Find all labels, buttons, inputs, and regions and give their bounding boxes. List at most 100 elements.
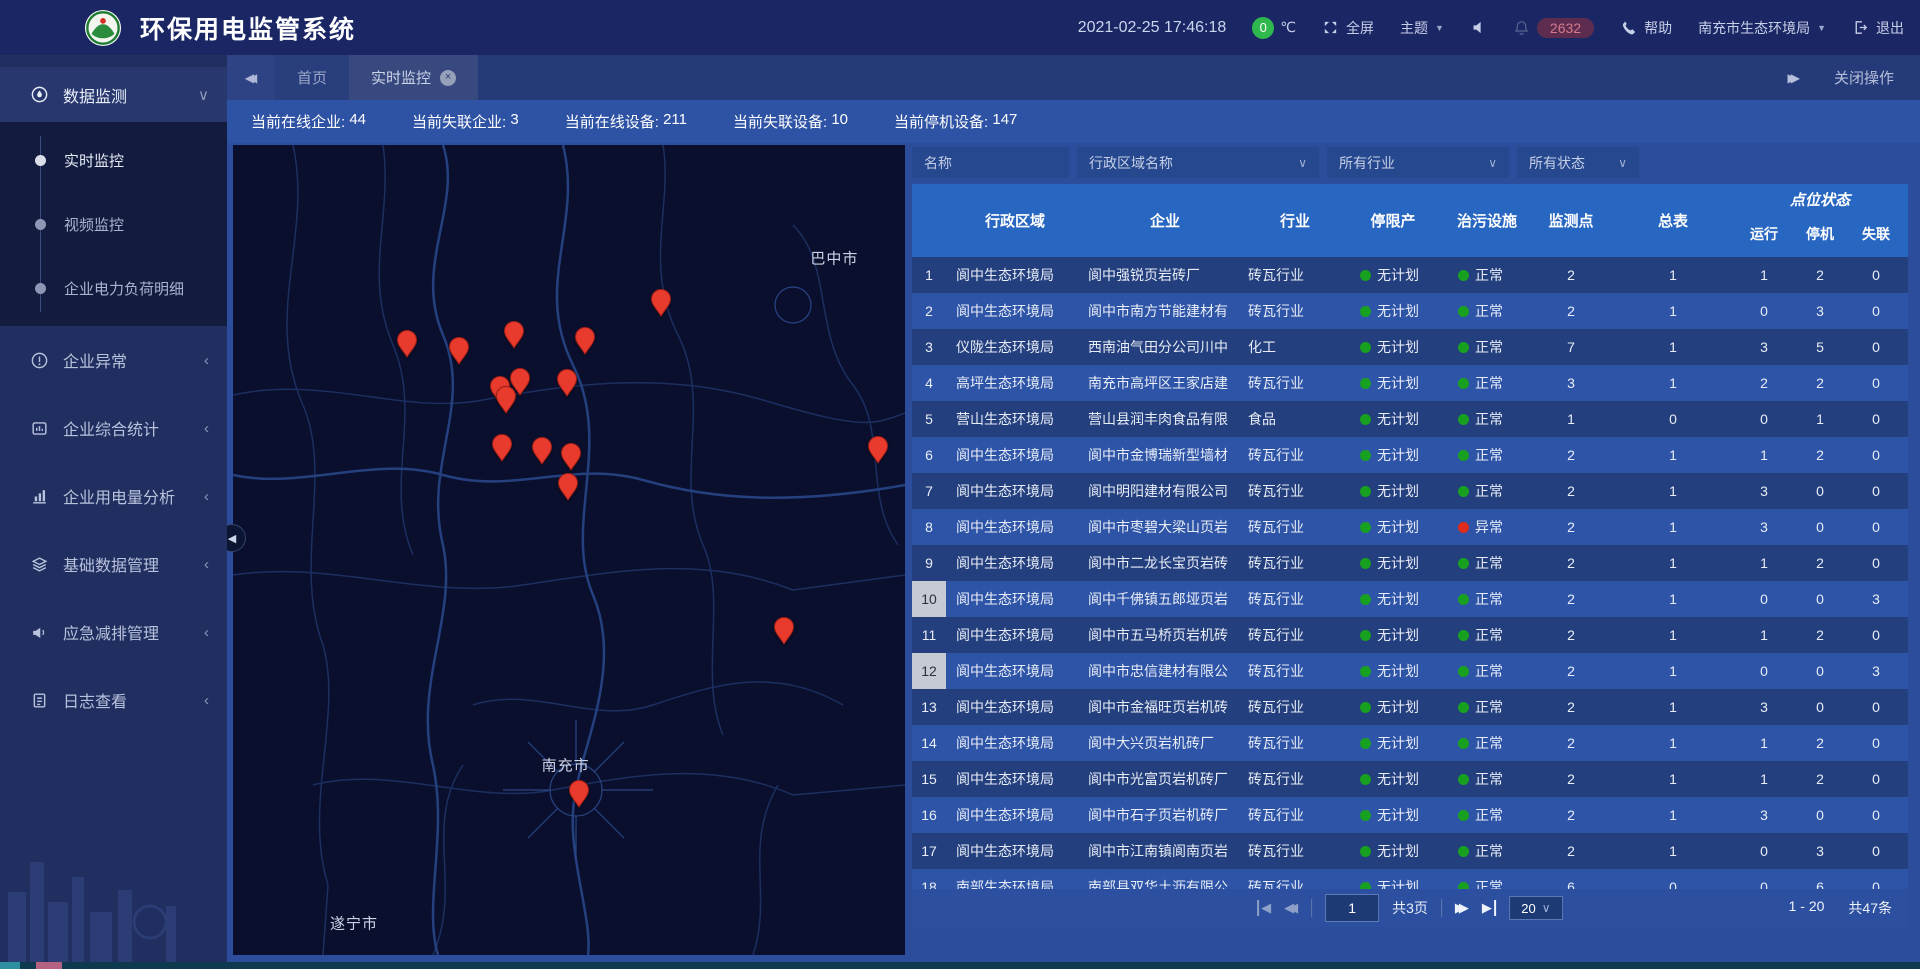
organization-menu[interactable]: 南充市生态环境局▼ bbox=[1698, 18, 1826, 38]
map-pin[interactable] bbox=[491, 434, 512, 462]
cell-industry: 砖瓦行业 bbox=[1246, 589, 1344, 609]
previous-page-button[interactable]: ◀◀ bbox=[1284, 900, 1298, 916]
cell-facility-status: 正常 bbox=[1442, 337, 1532, 357]
table-row[interactable]: 16 阆中生态环境局 阆中市石子页岩机砖厂 砖瓦行业 无计划 正常 2 1 3 … bbox=[912, 797, 1908, 833]
table-row[interactable]: 14 阆中生态环境局 阆中大兴页岩机砖厂 砖瓦行业 无计划 正常 2 1 1 2… bbox=[912, 725, 1908, 761]
map-pin[interactable] bbox=[651, 289, 672, 317]
pagination-bar: ◀ ◀◀ 共3页 ▶▶ ▶ 20∨ 1 - 20 共47条 bbox=[912, 889, 1908, 927]
table-row[interactable]: 3 仪陇生态环境局 西南油气田分公司川中 化工 无计划 正常 7 1 3 5 0 bbox=[912, 329, 1908, 365]
region-select[interactable]: 行政区域名称∨ bbox=[1077, 147, 1319, 178]
sidebar-subitem[interactable]: 企业电力负荷明细 bbox=[0, 256, 227, 320]
cell-row-number: 15 bbox=[912, 761, 946, 797]
chevron-icon: ∨ bbox=[198, 86, 209, 104]
cell-run-count: 3 bbox=[1736, 339, 1792, 355]
tabs-scroll-left-button[interactable]: ◀◀ bbox=[227, 55, 275, 100]
map-pin[interactable] bbox=[561, 443, 582, 471]
sidebar-item-label: 日志查看 bbox=[63, 688, 127, 712]
sidebar-subitem[interactable]: 视频监控 bbox=[0, 192, 227, 256]
map-pin[interactable] bbox=[532, 437, 553, 465]
map-pin[interactable] bbox=[503, 321, 524, 349]
dot-icon bbox=[35, 283, 46, 294]
cell-industry: 砖瓦行业 bbox=[1246, 625, 1344, 645]
sidebar-item[interactable]: 企业用电量分析 ‹ bbox=[0, 462, 227, 530]
bottom-edge-decoration bbox=[36, 962, 62, 969]
table-row[interactable]: 11 阆中生态环境局 阆中市五马桥页岩机砖 砖瓦行业 无计划 正常 2 1 1 … bbox=[912, 617, 1908, 653]
table-row[interactable]: 17 阆中生态环境局 阆中市江南镇阆南页岩 砖瓦行业 无计划 正常 2 1 0 … bbox=[912, 833, 1908, 869]
sidebar-item[interactable]: 基础数据管理 ‹ bbox=[0, 530, 227, 598]
cell-plan-status: 无计划 bbox=[1344, 373, 1442, 393]
app-logo-icon bbox=[84, 9, 122, 47]
tab[interactable]: 实时监控 × bbox=[349, 55, 478, 100]
tab-bar: ◀◀ 首页 实时监控 × ▶▶ 关闭操作 bbox=[227, 55, 1920, 100]
sidebar-item[interactable]: 企业异常 ‹ bbox=[0, 326, 227, 394]
first-page-button[interactable]: ◀ bbox=[1257, 900, 1271, 916]
cell-run-count: 3 bbox=[1736, 483, 1792, 499]
map-pin[interactable] bbox=[495, 386, 516, 414]
page-size-select[interactable]: 20∨ bbox=[1509, 896, 1563, 920]
sidebar-icon bbox=[30, 691, 49, 710]
double-right-arrow-icon[interactable]: ▶▶ bbox=[1788, 71, 1800, 85]
page-number-input[interactable] bbox=[1325, 894, 1379, 922]
cell-region: 阆中生态环境局 bbox=[946, 517, 1084, 537]
sidebar-item[interactable]: 企业综合统计 ‹ bbox=[0, 394, 227, 462]
tab-close-icon[interactable]: × bbox=[440, 70, 456, 86]
mute-button[interactable] bbox=[1470, 19, 1487, 36]
status-dot-icon bbox=[1360, 738, 1371, 749]
map-panel[interactable]: 巴中市南充市遂宁市 bbox=[233, 145, 905, 955]
sidebar-item[interactable]: 应急减排管理 ‹ bbox=[0, 598, 227, 666]
cell-stop-count: 6 bbox=[1792, 879, 1848, 889]
map-pin[interactable] bbox=[575, 327, 596, 355]
table-row[interactable]: 9 阆中生态环境局 阆中市二龙长宝页岩砖 砖瓦行业 无计划 正常 2 1 1 2… bbox=[912, 545, 1908, 581]
tab[interactable]: 首页 bbox=[275, 55, 349, 100]
table-row[interactable]: 13 阆中生态环境局 阆中市金福旺页岩机砖 砖瓦行业 无计划 正常 2 1 3 … bbox=[912, 689, 1908, 725]
industry-select[interactable]: 所有行业∨ bbox=[1327, 147, 1509, 178]
col-header-meters: 总表 bbox=[1610, 184, 1736, 257]
sidebar-item[interactable]: 数据监测 ∨ bbox=[0, 67, 227, 122]
table-row[interactable]: 4 高坪生态环境局 南充市高坪区王家店建 砖瓦行业 无计划 正常 3 1 2 2… bbox=[912, 365, 1908, 401]
map-pin[interactable] bbox=[774, 617, 795, 645]
cell-monitor-points: 2 bbox=[1532, 483, 1610, 499]
cell-company: 阆中市金福旺页岩机砖 bbox=[1084, 697, 1246, 717]
notifications-button[interactable]: 2632 bbox=[1513, 18, 1594, 38]
stat-value: 44 bbox=[349, 111, 366, 132]
table-row[interactable]: 6 阆中生态环境局 阆中市金博瑞新型墙材 砖瓦行业 无计划 正常 2 1 1 2… bbox=[912, 437, 1908, 473]
table-row[interactable]: 5 营山生态环境局 营山县润丰肉食品有限 食品 无计划 正常 1 0 0 1 0 bbox=[912, 401, 1908, 437]
table-row[interactable]: 8 阆中生态环境局 阆中市枣碧大梁山页岩 砖瓦行业 无计划 异常 2 1 3 0… bbox=[912, 509, 1908, 545]
cell-plan-status: 无计划 bbox=[1344, 661, 1442, 681]
close-operations-button[interactable]: 关闭操作 bbox=[1834, 67, 1894, 88]
table-row[interactable]: 18 南部生态环境局 南部县双华土沥有限公 砖瓦行业 无计划 正常 6 0 0 … bbox=[912, 869, 1908, 889]
table-row[interactable]: 12 阆中生态环境局 阆中市忠信建材有限公 砖瓦行业 无计划 正常 2 1 0 … bbox=[912, 653, 1908, 689]
stat-item: 当前在线设备: 211 bbox=[565, 111, 687, 132]
status-dot-icon bbox=[1458, 630, 1469, 641]
theme-button[interactable]: 主题▼ bbox=[1400, 18, 1444, 38]
table-row[interactable]: 7 阆中生态环境局 阆中明阳建材有限公司 砖瓦行业 无计划 正常 2 1 3 0… bbox=[912, 473, 1908, 509]
map-pin[interactable] bbox=[868, 436, 889, 464]
status-select[interactable]: 所有状态∨ bbox=[1517, 147, 1639, 178]
cell-company: 阆中市二龙长宝页岩砖 bbox=[1084, 553, 1246, 573]
map-pin[interactable] bbox=[556, 369, 577, 397]
cell-stop-count: 2 bbox=[1792, 375, 1848, 391]
cell-region: 阆中生态环境局 bbox=[946, 841, 1084, 861]
map-roads-decoration bbox=[233, 145, 905, 955]
sidebar-item[interactable]: 日志查看 ‹ bbox=[0, 666, 227, 734]
logout-button[interactable]: 退出 bbox=[1852, 18, 1904, 38]
sidebar-subitem[interactable]: 实时监控 bbox=[0, 128, 227, 192]
fullscreen-button[interactable]: 全屏 bbox=[1322, 18, 1374, 38]
cell-facility-status: 正常 bbox=[1442, 409, 1532, 429]
last-page-button[interactable]: ▶ bbox=[1482, 900, 1496, 916]
table-row[interactable]: 10 阆中生态环境局 阆中千佛镇五郎垭页岩 砖瓦行业 无计划 正常 2 1 0 … bbox=[912, 581, 1908, 617]
map-pin[interactable] bbox=[448, 337, 469, 365]
cell-company: 西南油气田分公司川中 bbox=[1084, 337, 1246, 357]
table-row[interactable]: 1 阆中生态环境局 阆中强锐页岩砖厂 砖瓦行业 无计划 正常 2 1 1 2 0 bbox=[912, 257, 1908, 293]
table-row[interactable]: 15 阆中生态环境局 阆中市光富页岩机砖厂 砖瓦行业 无计划 正常 2 1 1 … bbox=[912, 761, 1908, 797]
table-row[interactable]: 2 阆中生态环境局 阆中市南方节能建材有 砖瓦行业 无计划 正常 2 1 0 3… bbox=[912, 293, 1908, 329]
help-button[interactable]: 帮助 bbox=[1620, 18, 1672, 38]
cell-stop-count: 0 bbox=[1792, 519, 1848, 535]
name-search-input[interactable] bbox=[912, 147, 1069, 178]
next-page-button[interactable]: ▶▶ bbox=[1455, 900, 1469, 916]
city-skyline-decoration bbox=[0, 802, 227, 962]
map-pin[interactable] bbox=[569, 780, 590, 808]
chevron-icon: ‹ bbox=[204, 556, 209, 573]
map-pin[interactable] bbox=[397, 330, 418, 358]
map-pin[interactable] bbox=[558, 473, 579, 501]
